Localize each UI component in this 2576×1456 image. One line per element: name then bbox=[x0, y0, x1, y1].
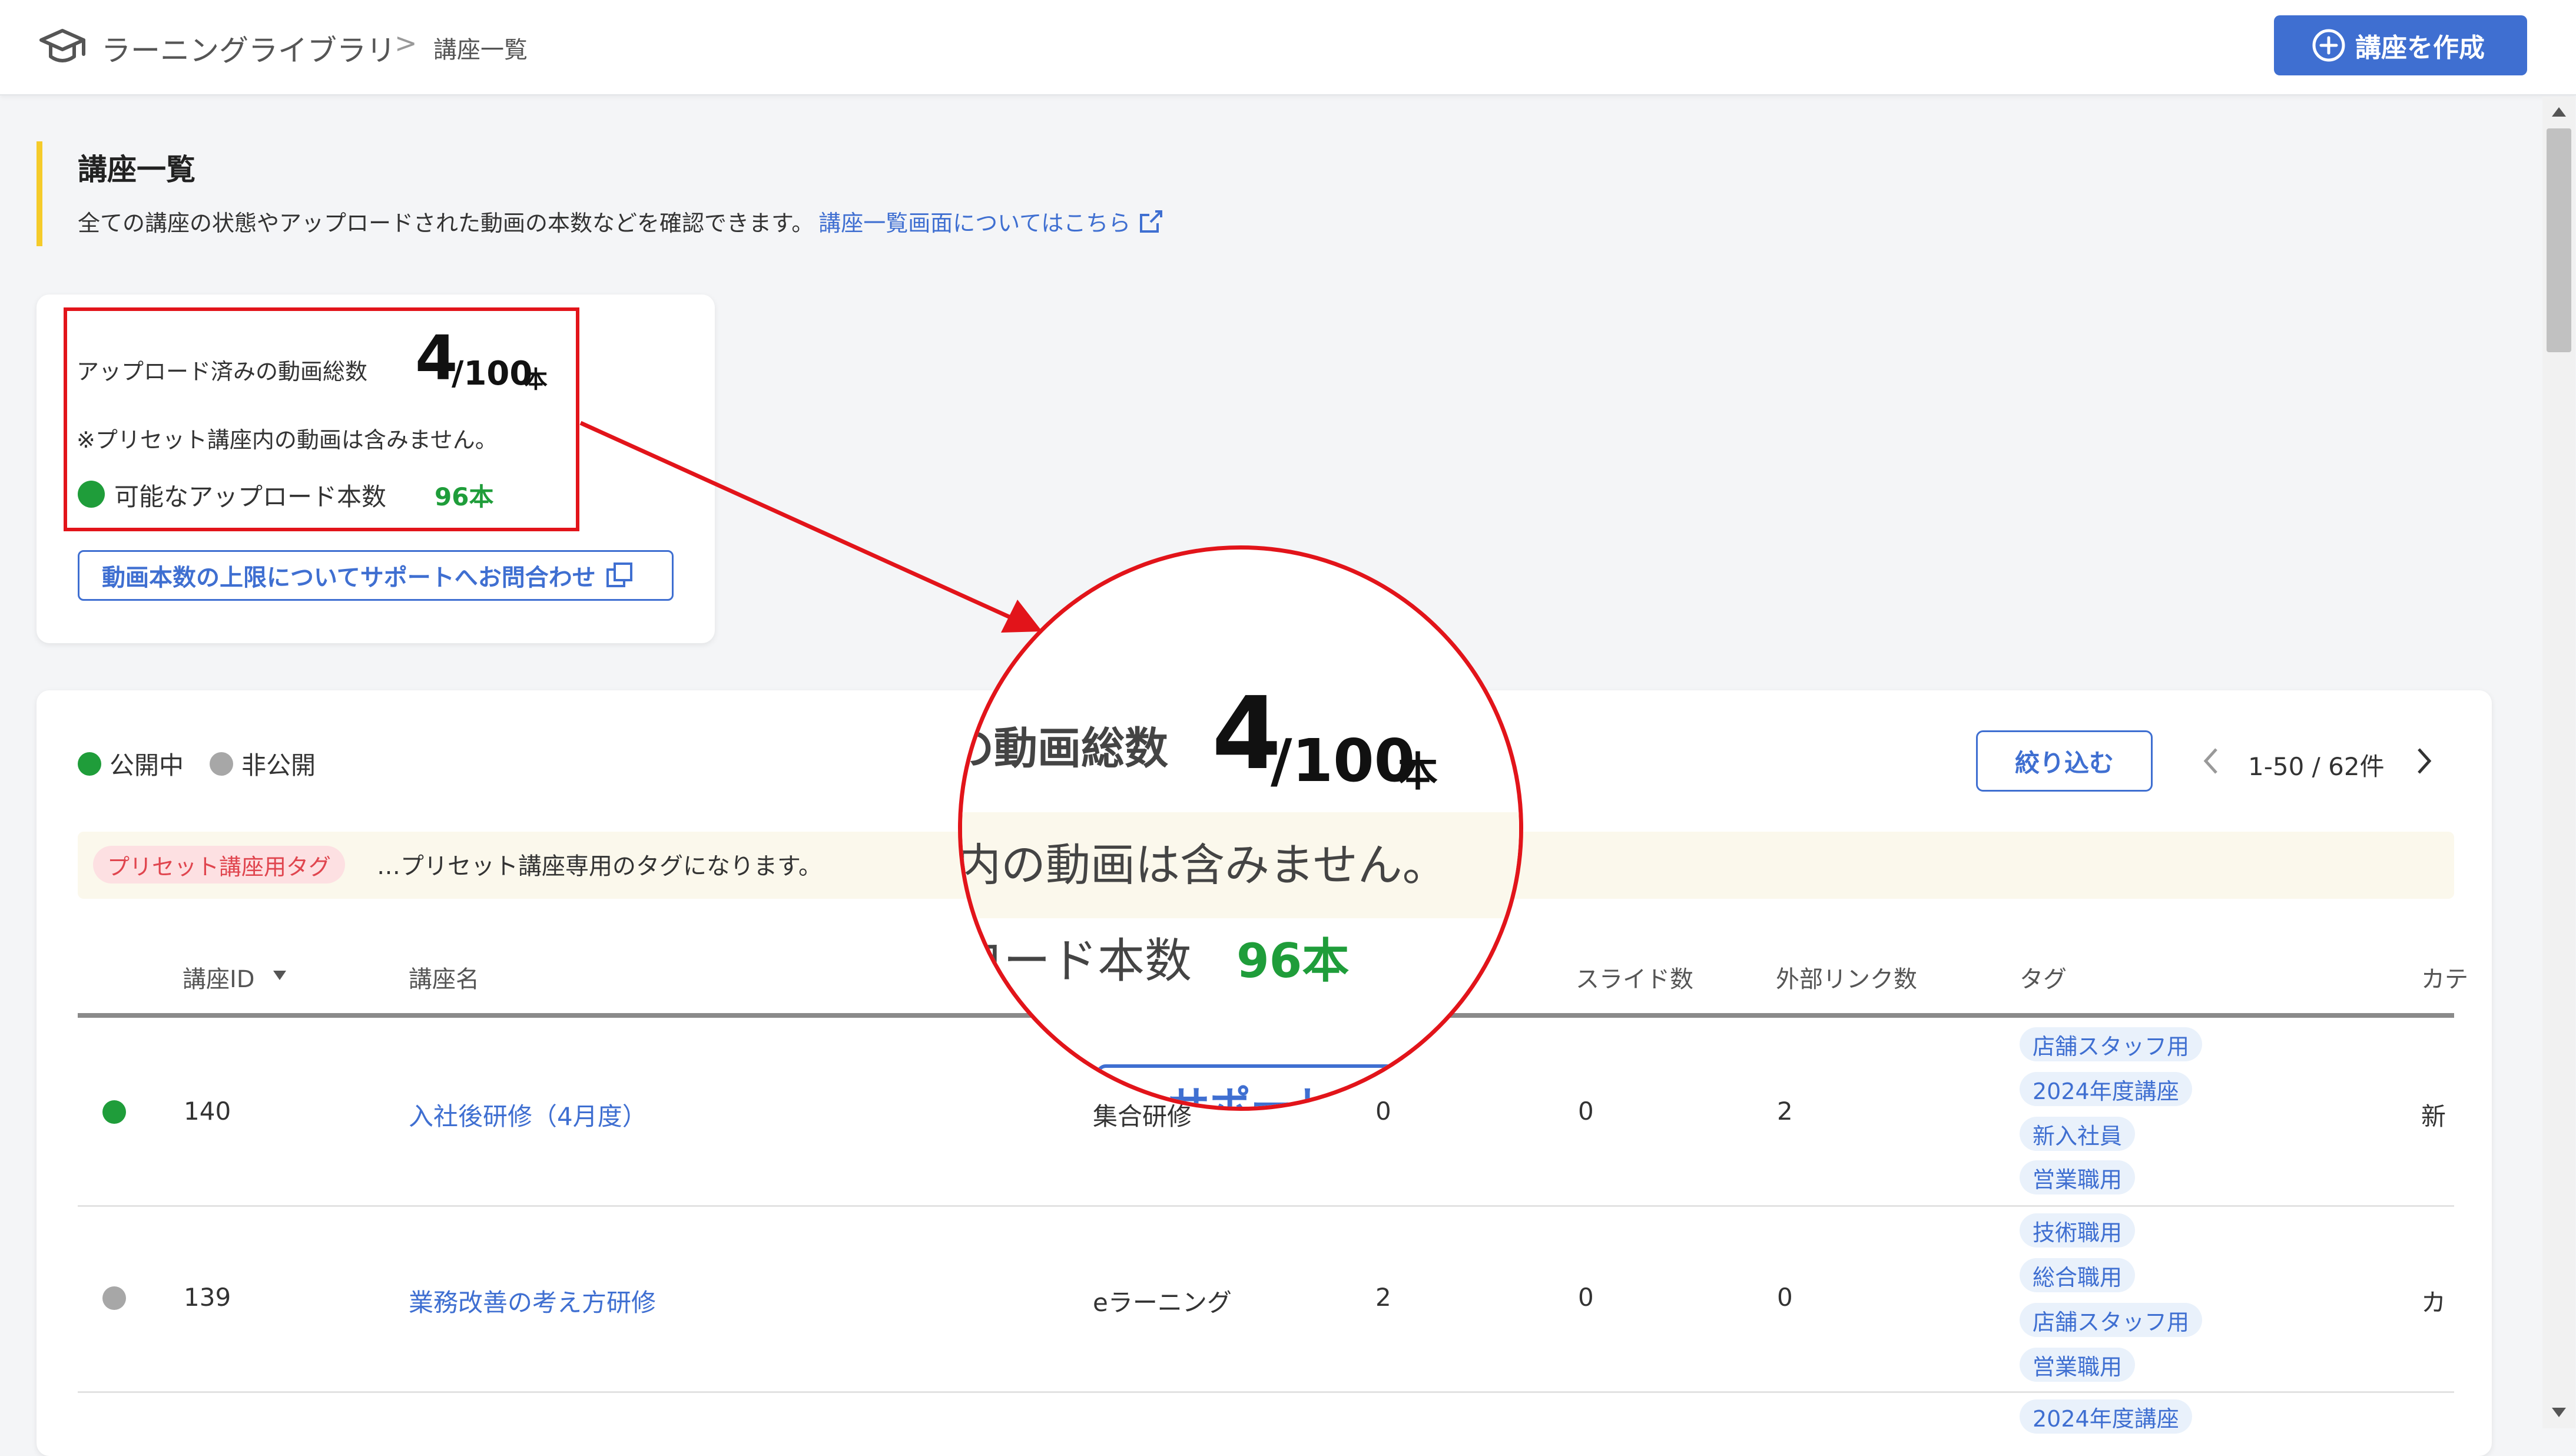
row-course-name-link[interactable]: 業務改善の考え方研修 bbox=[409, 1283, 656, 1319]
row-slide-count: 0 bbox=[1578, 1283, 1594, 1312]
magnifier-limit: /100 bbox=[1271, 726, 1415, 795]
graduation-cap-icon bbox=[39, 29, 85, 62]
external-link-icon[interactable] bbox=[1138, 208, 1165, 235]
top-header: ラーニングライブラリ > 講座一覧 講座を作成 bbox=[0, 0, 2576, 95]
row-tag: 店舗スタッフ用 bbox=[2020, 1027, 2203, 1061]
preset-tag-badge: プリセット講座用タグ bbox=[93, 846, 346, 883]
scroll-down-arrow-icon[interactable] bbox=[2550, 1404, 2568, 1421]
public-legend-dot bbox=[78, 752, 101, 776]
page-description-text: 全ての講座の状態やアップロードされた動画の本数などを確認できます。 bbox=[78, 210, 814, 236]
column-header-links: 外部リンク数 bbox=[1776, 966, 1917, 993]
row-link-count: 2 bbox=[1777, 1097, 1793, 1126]
column-header-name: 講座名 bbox=[409, 966, 479, 993]
column-header-id[interactable]: 講座ID bbox=[183, 960, 255, 994]
row-tag: 技術職用 bbox=[2020, 1213, 2136, 1247]
row-course-id: 139 bbox=[184, 1283, 231, 1312]
app-name-link[interactable]: ラーニングライブラリ bbox=[101, 27, 396, 70]
highlight-box bbox=[64, 307, 579, 531]
row-tag: 2024年度講座 bbox=[2020, 1399, 2192, 1434]
page-description: 全ての講座の状態やアップロードされた動画の本数などを確認できます。 講座一覧画面… bbox=[78, 205, 1165, 237]
status-dot-public bbox=[102, 1100, 126, 1124]
column-header-category: カテ bbox=[2421, 966, 2468, 993]
magnifier-available-label: ロード本数 bbox=[958, 934, 1192, 988]
row-video-count: 2 bbox=[1375, 1283, 1391, 1312]
support-contact-label: 動画本数の上限についてサポートへお問合わせ bbox=[102, 564, 596, 591]
support-contact-button[interactable]: 動画本数の上限についてサポートへお問合わせ bbox=[78, 550, 674, 601]
scrollbar-thumb[interactable] bbox=[2547, 128, 2571, 352]
row-slide-count: 0 bbox=[1578, 1097, 1594, 1126]
row-divider bbox=[78, 1205, 2454, 1207]
magnifier-button-text: サポートへ bbox=[1168, 1083, 1374, 1111]
row-divider bbox=[78, 1391, 2454, 1393]
row-tag: 営業職用 bbox=[2020, 1348, 2136, 1382]
title-accent-bar bbox=[37, 141, 42, 246]
filter-button[interactable]: 絞り込む bbox=[1976, 730, 2153, 792]
magnifier-available-value: 96本 bbox=[1236, 934, 1350, 988]
legend-public: 公開中 bbox=[110, 751, 184, 780]
row-category: カ bbox=[2421, 1288, 2446, 1317]
row-course-type: eラーニング bbox=[1093, 1288, 1232, 1317]
row-tag: 店舗スタッフ用 bbox=[2020, 1303, 2203, 1337]
status-legend: 公開中 非公開 bbox=[78, 746, 316, 782]
page-title: 講座一覧 bbox=[78, 153, 195, 187]
create-course-button[interactable]: 講座を作成 bbox=[2274, 15, 2527, 75]
chevron-right-icon[interactable] bbox=[2413, 743, 2436, 779]
row-tag: 新入社員 bbox=[2020, 1117, 2136, 1151]
status-dot-private bbox=[102, 1286, 126, 1310]
breadcrumb-separator: > bbox=[394, 27, 417, 59]
magnifier-unit: 本 bbox=[1398, 749, 1438, 796]
breadcrumb-current: 講座一覧 bbox=[433, 37, 528, 64]
legend-private: 非公開 bbox=[241, 751, 316, 780]
scroll-up-arrow-icon[interactable] bbox=[2550, 104, 2568, 120]
row-course-id: 140 bbox=[184, 1097, 231, 1126]
row-category: 新 bbox=[2421, 1102, 2446, 1131]
row-course-name-link[interactable]: 入社後研修（4月度） bbox=[409, 1097, 647, 1133]
row-link-count: 0 bbox=[1777, 1283, 1793, 1312]
chevron-left-icon[interactable] bbox=[2199, 743, 2222, 779]
create-course-label: 講座を作成 bbox=[2355, 33, 2485, 63]
magnifier-label: の動画総数 bbox=[958, 723, 1168, 774]
preset-tag-description: …プリセット講座専用のタグになります。 bbox=[377, 853, 822, 880]
pagination-range: 1-50 / 62件 bbox=[2248, 752, 2385, 781]
row-tag: 2024年度講座 bbox=[2020, 1072, 2192, 1106]
zoom-magnifier: の動画総数 4 /100 本 内の動画は含みません。 ロード本数 96本 サポー… bbox=[958, 545, 1523, 1111]
sort-down-icon[interactable] bbox=[271, 968, 289, 982]
plus-circle-icon bbox=[2312, 29, 2345, 62]
row-tag: 総合職用 bbox=[2020, 1258, 2136, 1292]
help-link[interactable]: 講座一覧画面についてはこちら bbox=[818, 205, 1130, 237]
column-header-slides: スライド数 bbox=[1576, 966, 1693, 993]
magnifier-note: 内の動画は含みません。 bbox=[958, 839, 1447, 891]
external-link-icon bbox=[606, 562, 632, 587]
private-legend-dot bbox=[210, 752, 234, 776]
column-header-tags: タグ bbox=[2020, 966, 2067, 993]
row-tag: 営業職用 bbox=[2020, 1160, 2136, 1194]
